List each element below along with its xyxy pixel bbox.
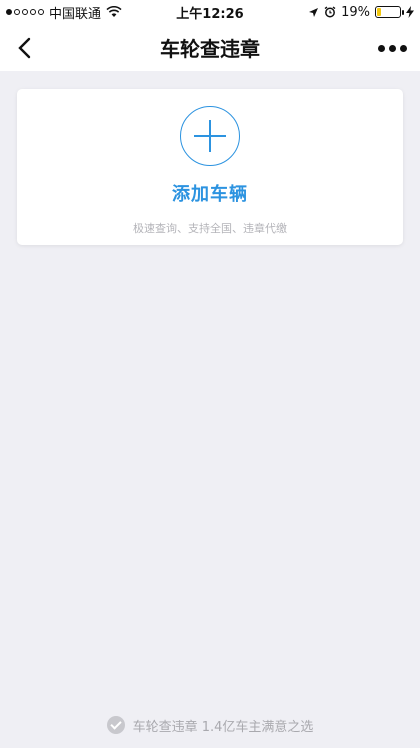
add-vehicle-title[interactable]: 添加车辆 xyxy=(172,180,248,206)
more-options-button[interactable] xyxy=(374,30,410,66)
status-left: 中国联通 xyxy=(6,3,122,22)
chevron-left-icon xyxy=(18,37,31,59)
more-dots-icon xyxy=(377,44,385,52)
status-right: 19% xyxy=(308,5,414,20)
battery-fill xyxy=(377,8,382,16)
alarm-icon xyxy=(324,6,336,18)
location-arrow-icon xyxy=(309,7,319,17)
plus-circle-icon[interactable] xyxy=(180,106,240,166)
back-button[interactable] xyxy=(6,30,42,66)
footer-text: 车轮查违章 1.4亿车主满意之选 xyxy=(132,719,314,735)
wifi-icon xyxy=(106,6,122,17)
signal-strength-icon xyxy=(6,9,44,15)
add-vehicle-card[interactable]: 添加车辆 极速查询、支持全国、违章代缴 xyxy=(17,89,403,245)
footer-slogan: 车轮查违章 1.4亿车主满意之选 xyxy=(0,713,420,737)
add-vehicle-subtitle: 极速查询、支持全国、违章代缴 xyxy=(133,222,287,235)
battery-icon xyxy=(375,6,404,18)
check-circle-icon xyxy=(106,716,125,734)
carrier-name: 中国联通 xyxy=(49,6,102,22)
battery-percent: 19% xyxy=(341,4,370,20)
page-title: 车轮查违章 xyxy=(160,37,260,61)
navigation-bar: 车轮查违章 xyxy=(0,24,420,71)
status-bar: 中国联通 上午12:26 19% xyxy=(0,0,420,24)
charging-bolt-icon xyxy=(406,6,414,18)
